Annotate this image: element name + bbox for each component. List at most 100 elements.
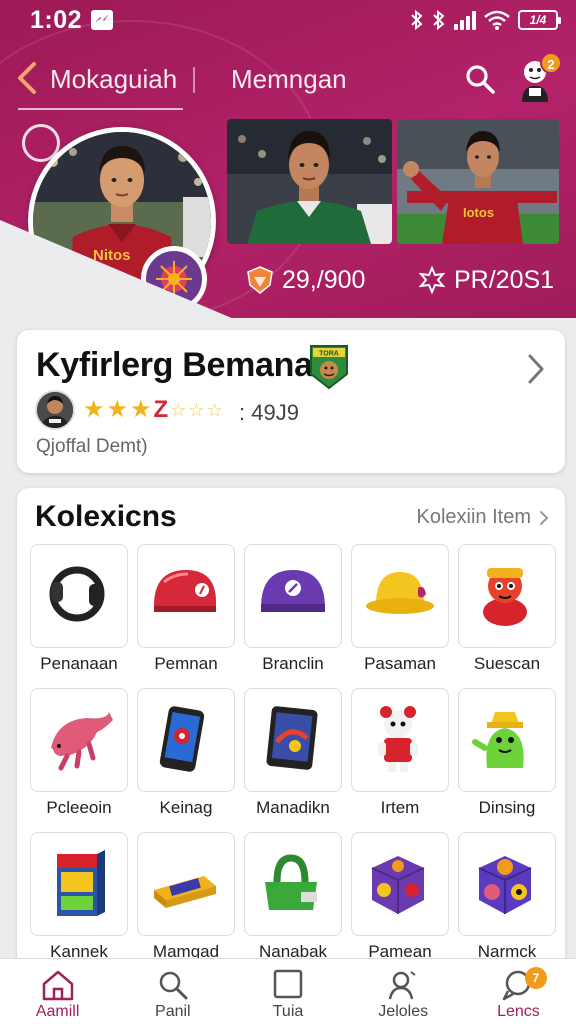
purple-helmet-icon [261, 570, 325, 612]
nav-divider [193, 67, 195, 93]
nav-chat[interactable]: Lencs 7 [461, 959, 576, 1024]
rating-value: : 49J9 [239, 400, 299, 425]
collection-item-label: Suescan [473, 654, 541, 673]
collection-item-label: Penanaan [40, 654, 118, 673]
star-outline-icon: ☆ [188, 400, 205, 420]
collection-item[interactable]: Mamgad [137, 832, 235, 968]
collection-item[interactable]: Suescan [458, 544, 556, 688]
collections-title: Kolexicns [35, 500, 177, 533]
collections-see-all[interactable]: Kolexiin Item [417, 506, 550, 529]
collection-item[interactable]: Nanabak [244, 832, 342, 968]
collection-item-thumbnail [351, 688, 449, 792]
collection-item-thumbnail [137, 544, 235, 648]
bluetooth-icon-2 [433, 10, 445, 30]
colorful-cube-icon [478, 856, 532, 914]
red-helmet-icon [154, 570, 216, 612]
green-figure-icon [472, 712, 524, 768]
collection-item-thumbnail [30, 832, 128, 936]
robot-figure-icon [378, 706, 418, 772]
player-photo[interactable]: Nitos [28, 127, 216, 315]
profile-name: Kyfirlerg Bemana [36, 346, 313, 384]
stat-score-value: 29,/900 [282, 265, 366, 294]
team-logo-icon: TORA [310, 345, 348, 390]
collection-item[interactable]: Keinag [137, 688, 235, 832]
active-tab-underline [18, 108, 183, 110]
collection-item[interactable]: Pasaman [351, 544, 449, 688]
nav-square-label: Tuia [272, 1003, 304, 1020]
player-portrait-image: Nitos [33, 132, 211, 310]
star-full-icon: ★ [106, 396, 129, 423]
collection-item[interactable]: Manadikn [244, 688, 342, 832]
collections-panel: Kolexicns Kolexiin Item Penanaan Pemnan Br… [17, 488, 565, 968]
back-title[interactable]: Mokaguiah [50, 64, 177, 95]
home-icon [42, 970, 73, 1001]
collection-item-thumbnail [30, 688, 128, 792]
profile-subtitle: Qjoffal Demt) [36, 436, 148, 457]
collection-item-thumbnail [351, 544, 449, 648]
nav-square[interactable]: Tuia [230, 959, 345, 1024]
chat-badge: 7 [524, 967, 547, 989]
collection-item[interactable]: Dinsing [458, 688, 556, 832]
collection-item[interactable]: Pemnan [137, 544, 235, 688]
chevron-right-icon[interactable] [525, 352, 547, 386]
collection-item-thumbnail [137, 688, 235, 792]
stat-rank-value: PR/20S1 [454, 265, 555, 294]
player-thumbnail-2[interactable]: Iotos [397, 119, 559, 244]
collection-item[interactable]: Penanaan [30, 544, 128, 688]
collection-item[interactable]: Narmck [458, 832, 556, 968]
shield-badge-icon [247, 266, 273, 294]
collection-item-thumbnail [458, 544, 556, 648]
status-bar: 1:02 1/4 [0, 0, 576, 40]
collection-item[interactable]: Pcleeoin [30, 688, 128, 832]
bluetooth-icon [411, 10, 423, 30]
collection-item-label: Dinsing [478, 798, 536, 817]
stat-score: 29,/900 [246, 262, 365, 298]
collection-item[interactable]: Kannek [30, 832, 128, 968]
chevron-right-small-icon [540, 510, 549, 525]
jersey-text: Nitos [93, 247, 131, 264]
collection-item-thumbnail [137, 832, 235, 936]
purple-cube-icon [371, 856, 425, 914]
player-thumbnail-image-1 [227, 119, 392, 244]
collection-item-label: Pasaman [364, 654, 436, 673]
notification-badge: 2 [540, 52, 562, 74]
star-outline-icon: ☆ [206, 400, 223, 420]
messenger-icon [91, 10, 113, 30]
search-button[interactable] [463, 62, 497, 96]
nav-search-label: Panil [155, 1003, 191, 1020]
bottom-nav: Aamill Panil Tuia Jeloles Lencs 7 [0, 958, 576, 1024]
status-time: 1:02 [30, 6, 83, 34]
pink-toy-icon [51, 712, 113, 771]
nav-tab[interactable]: Memngan [231, 64, 347, 95]
nav-chat-label: Lencs [497, 1003, 540, 1020]
collection-item-thumbnail [351, 832, 449, 936]
collection-item-label: Pemnan [154, 654, 218, 673]
star-outline-icon: ☆ [170, 400, 187, 420]
person-avatar-icon [37, 392, 73, 428]
nav-search[interactable]: Panil [115, 959, 230, 1024]
mini-avatar [35, 390, 75, 430]
collection-item-label: Branclin [262, 654, 324, 673]
nav-profile-label: Jeloles [378, 1003, 429, 1020]
collection-item[interactable]: Pamean [351, 832, 449, 968]
yellow-hat-icon [366, 572, 434, 614]
star-rating: ★ ★ ★ Z ☆ ☆ ☆ [83, 396, 223, 424]
stat-rank: PR/20S1 [418, 262, 554, 298]
collection-item-thumbnail [244, 544, 342, 648]
nav-home[interactable]: Aamill [0, 959, 115, 1024]
profile-icon [388, 971, 416, 1000]
collection-item[interactable]: Branclin [244, 544, 342, 688]
nav-home-label: Aamill [35, 1003, 80, 1020]
red-toy-icon [483, 568, 527, 626]
status-icons: 1/4 [410, 9, 561, 31]
tablet-icon [266, 706, 318, 770]
user-avatar-button[interactable]: 2 [514, 52, 562, 104]
player-thumbnail-1[interactable] [227, 119, 392, 244]
profile-header: 1:02 1/4 Mokaguiah Memngan 2 Nitos Iotos… [0, 0, 576, 318]
collection-item-thumbnail [244, 832, 342, 936]
back-button[interactable] [14, 60, 40, 96]
collection-item[interactable]: Irtem [351, 688, 449, 832]
profile-card[interactable]: Kyfirlerg Bemana TORA ★ ★ ★ Z ☆ ☆ ☆ : 49J9 Qjo… [17, 330, 565, 473]
collections-link-label: Kolexiin Item [416, 506, 532, 528]
nav-profile[interactable]: Jeloles [346, 959, 461, 1024]
